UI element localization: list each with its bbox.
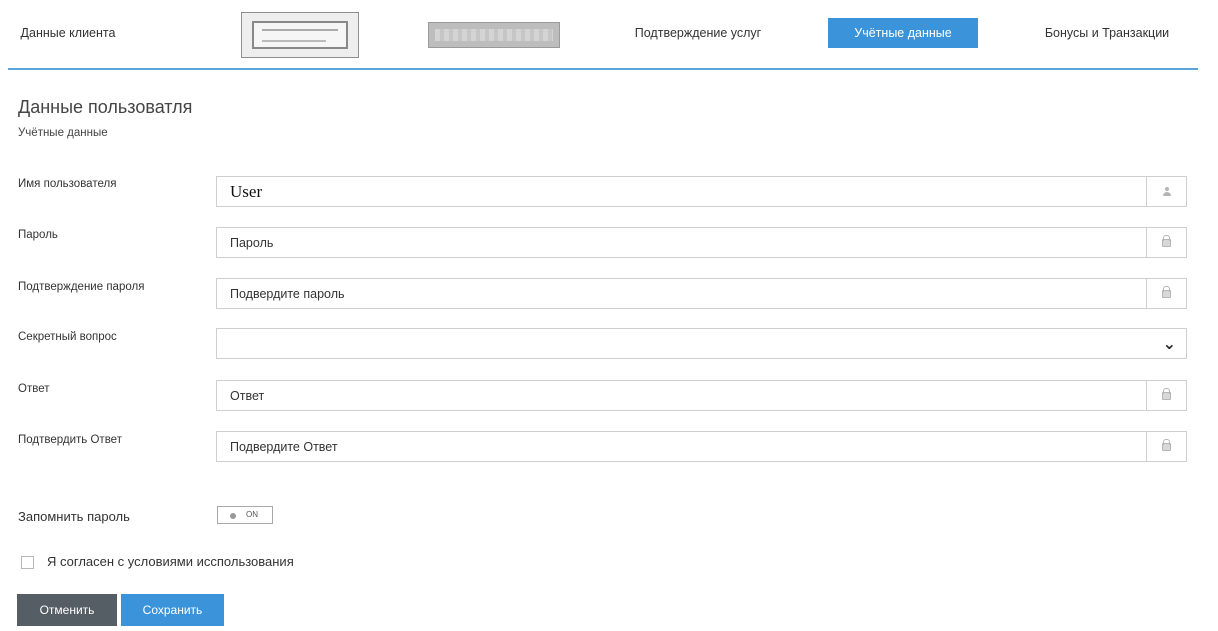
remember-password-toggle[interactable]: ON bbox=[217, 506, 273, 524]
user-icon bbox=[1162, 186, 1172, 197]
username-label: Имя пользователя bbox=[18, 178, 117, 190]
cancel-button[interactable]: Отменить bbox=[17, 594, 117, 626]
answer-confirm-label: Подтвердить Ответ bbox=[18, 434, 122, 446]
answer-addon bbox=[1146, 381, 1186, 410]
page-title: Данные пользоватля bbox=[18, 97, 193, 117]
password-confirm-addon bbox=[1146, 279, 1186, 308]
tab-image-graphic bbox=[252, 21, 348, 49]
lock-icon bbox=[1162, 234, 1171, 247]
username-addon bbox=[1146, 177, 1186, 206]
tab-bonuses-transactions[interactable]: Бонусы и Транзакции bbox=[1018, 18, 1196, 48]
password-label: Пароль bbox=[18, 229, 58, 241]
lock-icon bbox=[1162, 438, 1171, 451]
tab-service-confirmation[interactable]: Подтверждение услуг bbox=[613, 18, 783, 48]
password-confirm-label: Подтверждение пароля bbox=[18, 281, 145, 293]
tab-underline bbox=[8, 68, 1198, 70]
toggle-state-text: ON bbox=[246, 510, 258, 519]
username-input[interactable] bbox=[217, 177, 1147, 206]
answer-confirm-field[interactable] bbox=[216, 431, 1187, 462]
tab-client-data[interactable]: Данные клиента bbox=[8, 18, 128, 48]
tab-credentials[interactable]: Учётные данные bbox=[828, 18, 978, 48]
username-field[interactable] bbox=[216, 176, 1187, 207]
answer-input[interactable] bbox=[217, 381, 1147, 410]
answer-field[interactable] bbox=[216, 380, 1187, 411]
password-confirm-field[interactable] bbox=[216, 278, 1187, 309]
save-button[interactable]: Сохранить bbox=[121, 594, 224, 626]
lock-icon bbox=[1162, 285, 1171, 298]
tab-bar: Данные клиента Подтверждение услуг Учётн… bbox=[8, 12, 1198, 58]
password-confirm-input[interactable] bbox=[217, 279, 1147, 308]
tab-image-graphic-2 bbox=[435, 29, 553, 41]
answer-confirm-input[interactable] bbox=[217, 432, 1147, 461]
secret-question-select[interactable]: ⌄ bbox=[216, 328, 1187, 359]
answer-label: Ответ bbox=[18, 383, 50, 395]
agree-checkbox[interactable] bbox=[21, 556, 34, 569]
password-addon bbox=[1146, 228, 1186, 257]
secret-question-label: Секретный вопрос bbox=[18, 331, 117, 343]
tab-image-placeholder[interactable] bbox=[241, 12, 359, 58]
page-subtitle: Учётные данные bbox=[18, 127, 108, 139]
tab-image-placeholder-2[interactable] bbox=[428, 22, 560, 48]
toggle-knob bbox=[230, 513, 236, 519]
remember-password-label: Запомнить пароль bbox=[18, 509, 130, 524]
password-field[interactable] bbox=[216, 227, 1187, 258]
agree-label[interactable]: Я согласен с условиями исспользования bbox=[47, 554, 294, 569]
answer-confirm-addon bbox=[1146, 432, 1186, 461]
chevron-down-icon[interactable]: ⌄ bbox=[1163, 334, 1176, 354]
password-input[interactable] bbox=[217, 228, 1147, 257]
lock-icon bbox=[1162, 387, 1171, 400]
